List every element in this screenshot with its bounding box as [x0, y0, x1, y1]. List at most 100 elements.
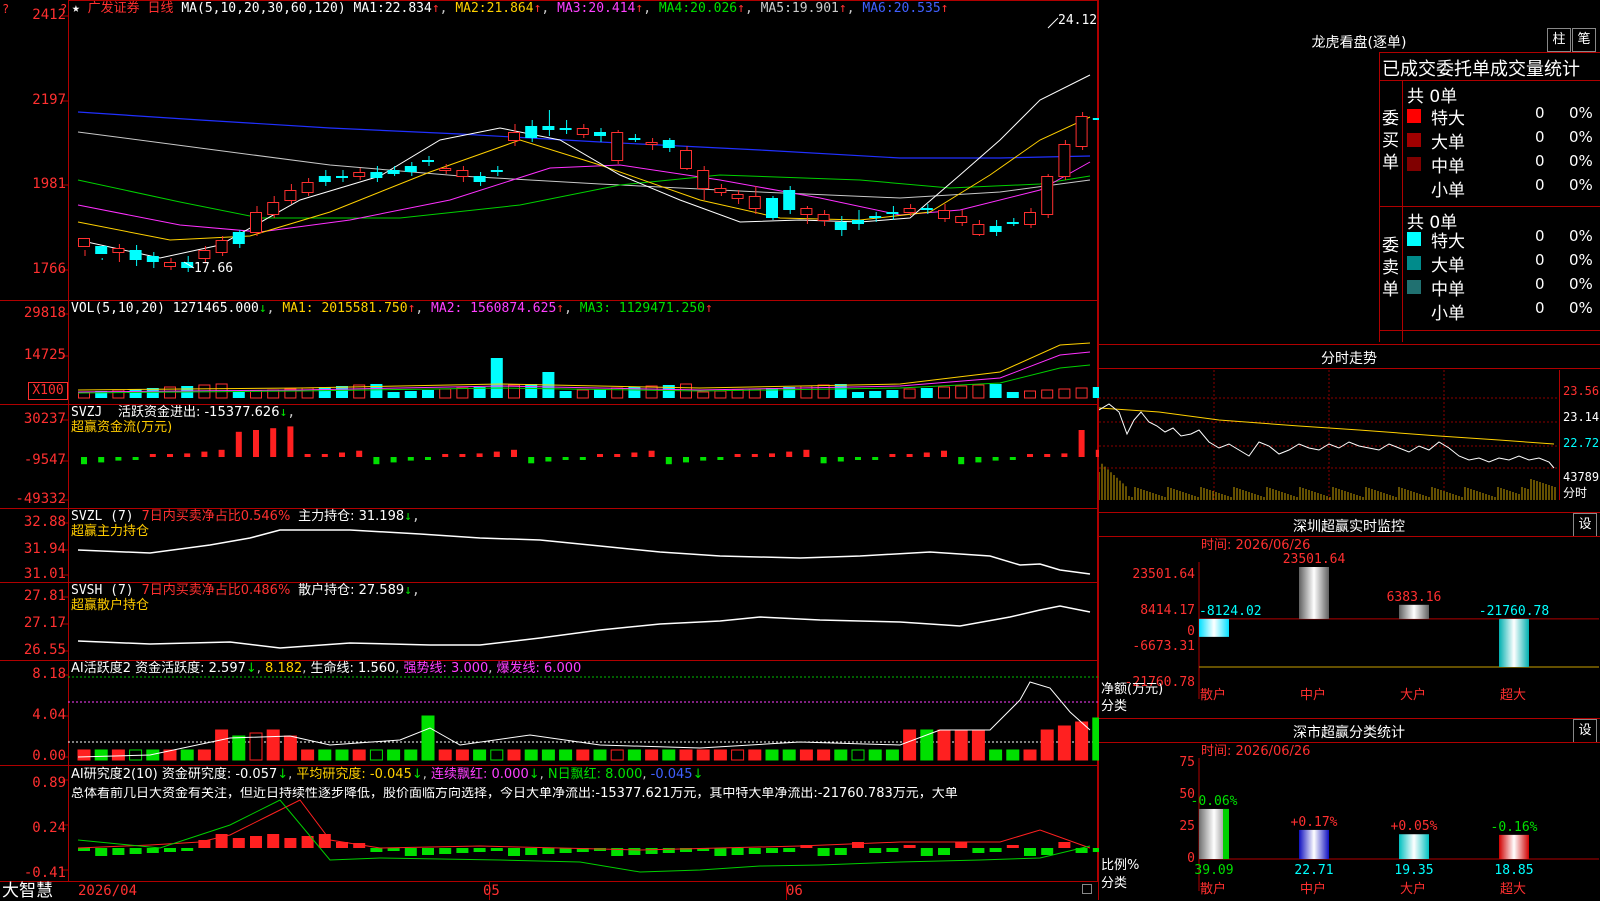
ai-active-bar: [197, 749, 211, 761]
svzl-header: SVZL (7) 7日内买卖净占比0.546% 主力持仓: 31.198↓,: [71, 509, 420, 524]
volume-bar: [920, 388, 933, 398]
monitor-value-label: -21760.78: [1479, 604, 1549, 619]
svzj-bar: [906, 454, 913, 457]
svzj-bar: [218, 449, 225, 457]
monitor-title: 深圳超赢实时监控: [1293, 519, 1405, 535]
ai-active-tick: 4.04: [32, 707, 66, 723]
ma2-value: 21.864: [486, 1, 534, 16]
svsh-header: SVSH (7) 7日内买卖净占比0.486% 散户持仓: 27.589↓,: [71, 583, 420, 598]
candle-body: [697, 170, 710, 189]
svzj-bar: [734, 454, 741, 457]
dragon-header: 已成交委托单成交量统计: [1382, 59, 1580, 80]
monitor-settings-button[interactable]: 设: [1573, 513, 1597, 537]
ai-active-bar: [77, 749, 91, 761]
star-icon[interactable]: ★: [72, 1, 80, 16]
candle-body: [834, 222, 847, 230]
ai-active-tick: 8.18: [32, 666, 66, 682]
svzj-bar: [958, 457, 965, 465]
stock-name[interactable]: 广发证券: [88, 1, 140, 16]
candle-body: [181, 262, 194, 268]
period[interactable]: 日线: [148, 1, 174, 16]
row-count: 0: [1535, 275, 1545, 293]
ai-active-bar: [455, 749, 469, 761]
monitor-category: 大户: [1400, 687, 1426, 703]
svzj-bar: [407, 457, 414, 461]
ai-research-summary: 总体看前几日大资金有关注，但近日持续性逐步降低，股价面临方向选择，今日大单净流出…: [71, 787, 958, 801]
ma2-label: MA2:: [455, 1, 487, 16]
classify-bar[interactable]: [1499, 834, 1529, 859]
classify-bar[interactable]: [1299, 829, 1329, 859]
bar-mode-button[interactable]: 柱: [1547, 28, 1571, 52]
ma3-value: 20.414: [588, 1, 636, 16]
svsh-subtitle: 超赢散户持仓: [71, 598, 150, 613]
tick-mode-button[interactable]: 笔: [1572, 28, 1596, 52]
candle-body: [1006, 222, 1019, 224]
candle-body: [938, 210, 950, 219]
volume-bar: [232, 392, 245, 398]
classify-bar[interactable]: [1399, 834, 1429, 859]
ai-active-bar: [748, 749, 762, 761]
svzj-tick: -9547: [23, 452, 66, 468]
lock-icon[interactable]: [1082, 884, 1092, 894]
svzj-bar: [751, 454, 758, 457]
ai-research-bar: [112, 848, 125, 855]
classify-bar-chart[interactable]: -0.06% 39.09 散户 +0.17% 22.71 中户 +0.05% 19.35 大户 -…: [1099, 740, 1600, 900]
ma4-value: 20.026: [690, 1, 738, 16]
svzj-bar: [356, 450, 363, 457]
ai-active-bar: [662, 749, 676, 761]
ai-active-bar: [971, 729, 985, 761]
volume-bar: [318, 387, 331, 398]
ma6-label: MA6:: [862, 1, 894, 16]
row-color-swatch: [1407, 181, 1421, 195]
ai-research-bar: [1058, 842, 1071, 848]
candle-body: [559, 128, 572, 130]
row-pct: 0%: [1569, 275, 1593, 293]
ai-research-bar: [370, 848, 383, 852]
intraday-tick: 43789: [1563, 470, 1600, 484]
row-color-swatch: [1407, 109, 1421, 123]
candle-body: [404, 166, 417, 172]
ai-active-bar: [507, 749, 521, 761]
candle-body: [473, 176, 486, 182]
monitor-value-label: 23501.64: [1283, 552, 1346, 567]
ai-research-tick: 0.24: [32, 820, 66, 836]
candle-body: [164, 262, 176, 267]
ai-active-bar: [1075, 721, 1089, 761]
candle-body: [318, 176, 331, 182]
candle-body: [594, 132, 606, 136]
price-tick: 1766: [32, 261, 66, 277]
ai-research-bar: [232, 838, 245, 848]
candle-body: [611, 132, 624, 161]
volume-bar: [869, 391, 882, 398]
candle-body: [628, 138, 641, 140]
ai-research-bar: [903, 845, 916, 848]
svzj-bar: [941, 450, 947, 457]
monitor-bar[interactable]: [1399, 604, 1429, 619]
candle-body: [1024, 212, 1036, 225]
monitor-bar-chart[interactable]: -8124.02 散户 23501.64 中户 6383.16 大户 -21760.78 超大: [1099, 540, 1600, 740]
ai-research-bar: [834, 848, 847, 855]
ai-research-bar: [731, 848, 744, 855]
svzj-bar: [975, 457, 982, 463]
monitor-bar[interactable]: [1299, 567, 1329, 619]
ai-research-bar: [284, 838, 297, 848]
ma3-line: [77, 161, 1091, 233]
vol-unit-box[interactable]: X100: [28, 382, 68, 400]
volume-bar: [508, 384, 520, 399]
intraday-title: 分时走势: [1321, 351, 1377, 367]
ai-research-bar: [267, 834, 280, 848]
svzj-bar: [923, 452, 930, 457]
classify-value-label: 22.71: [1294, 863, 1333, 878]
monitor-bar[interactable]: [1499, 618, 1529, 667]
monitor-bar[interactable]: [1199, 618, 1229, 637]
ai-active-bar: [731, 749, 745, 761]
ai-active-bar: [799, 749, 813, 761]
ai-active-bar: [1023, 749, 1037, 761]
ai-research-bar: [817, 848, 830, 856]
dragon-title: 龙虎看盘(逐单): [1311, 35, 1407, 51]
intraday-chart[interactable]: [1099, 370, 1600, 510]
svzj-bar: [1009, 457, 1016, 460]
candle-body: [955, 216, 968, 223]
intraday-tick: 23.56: [1563, 384, 1600, 398]
candle-body: [1041, 176, 1054, 215]
